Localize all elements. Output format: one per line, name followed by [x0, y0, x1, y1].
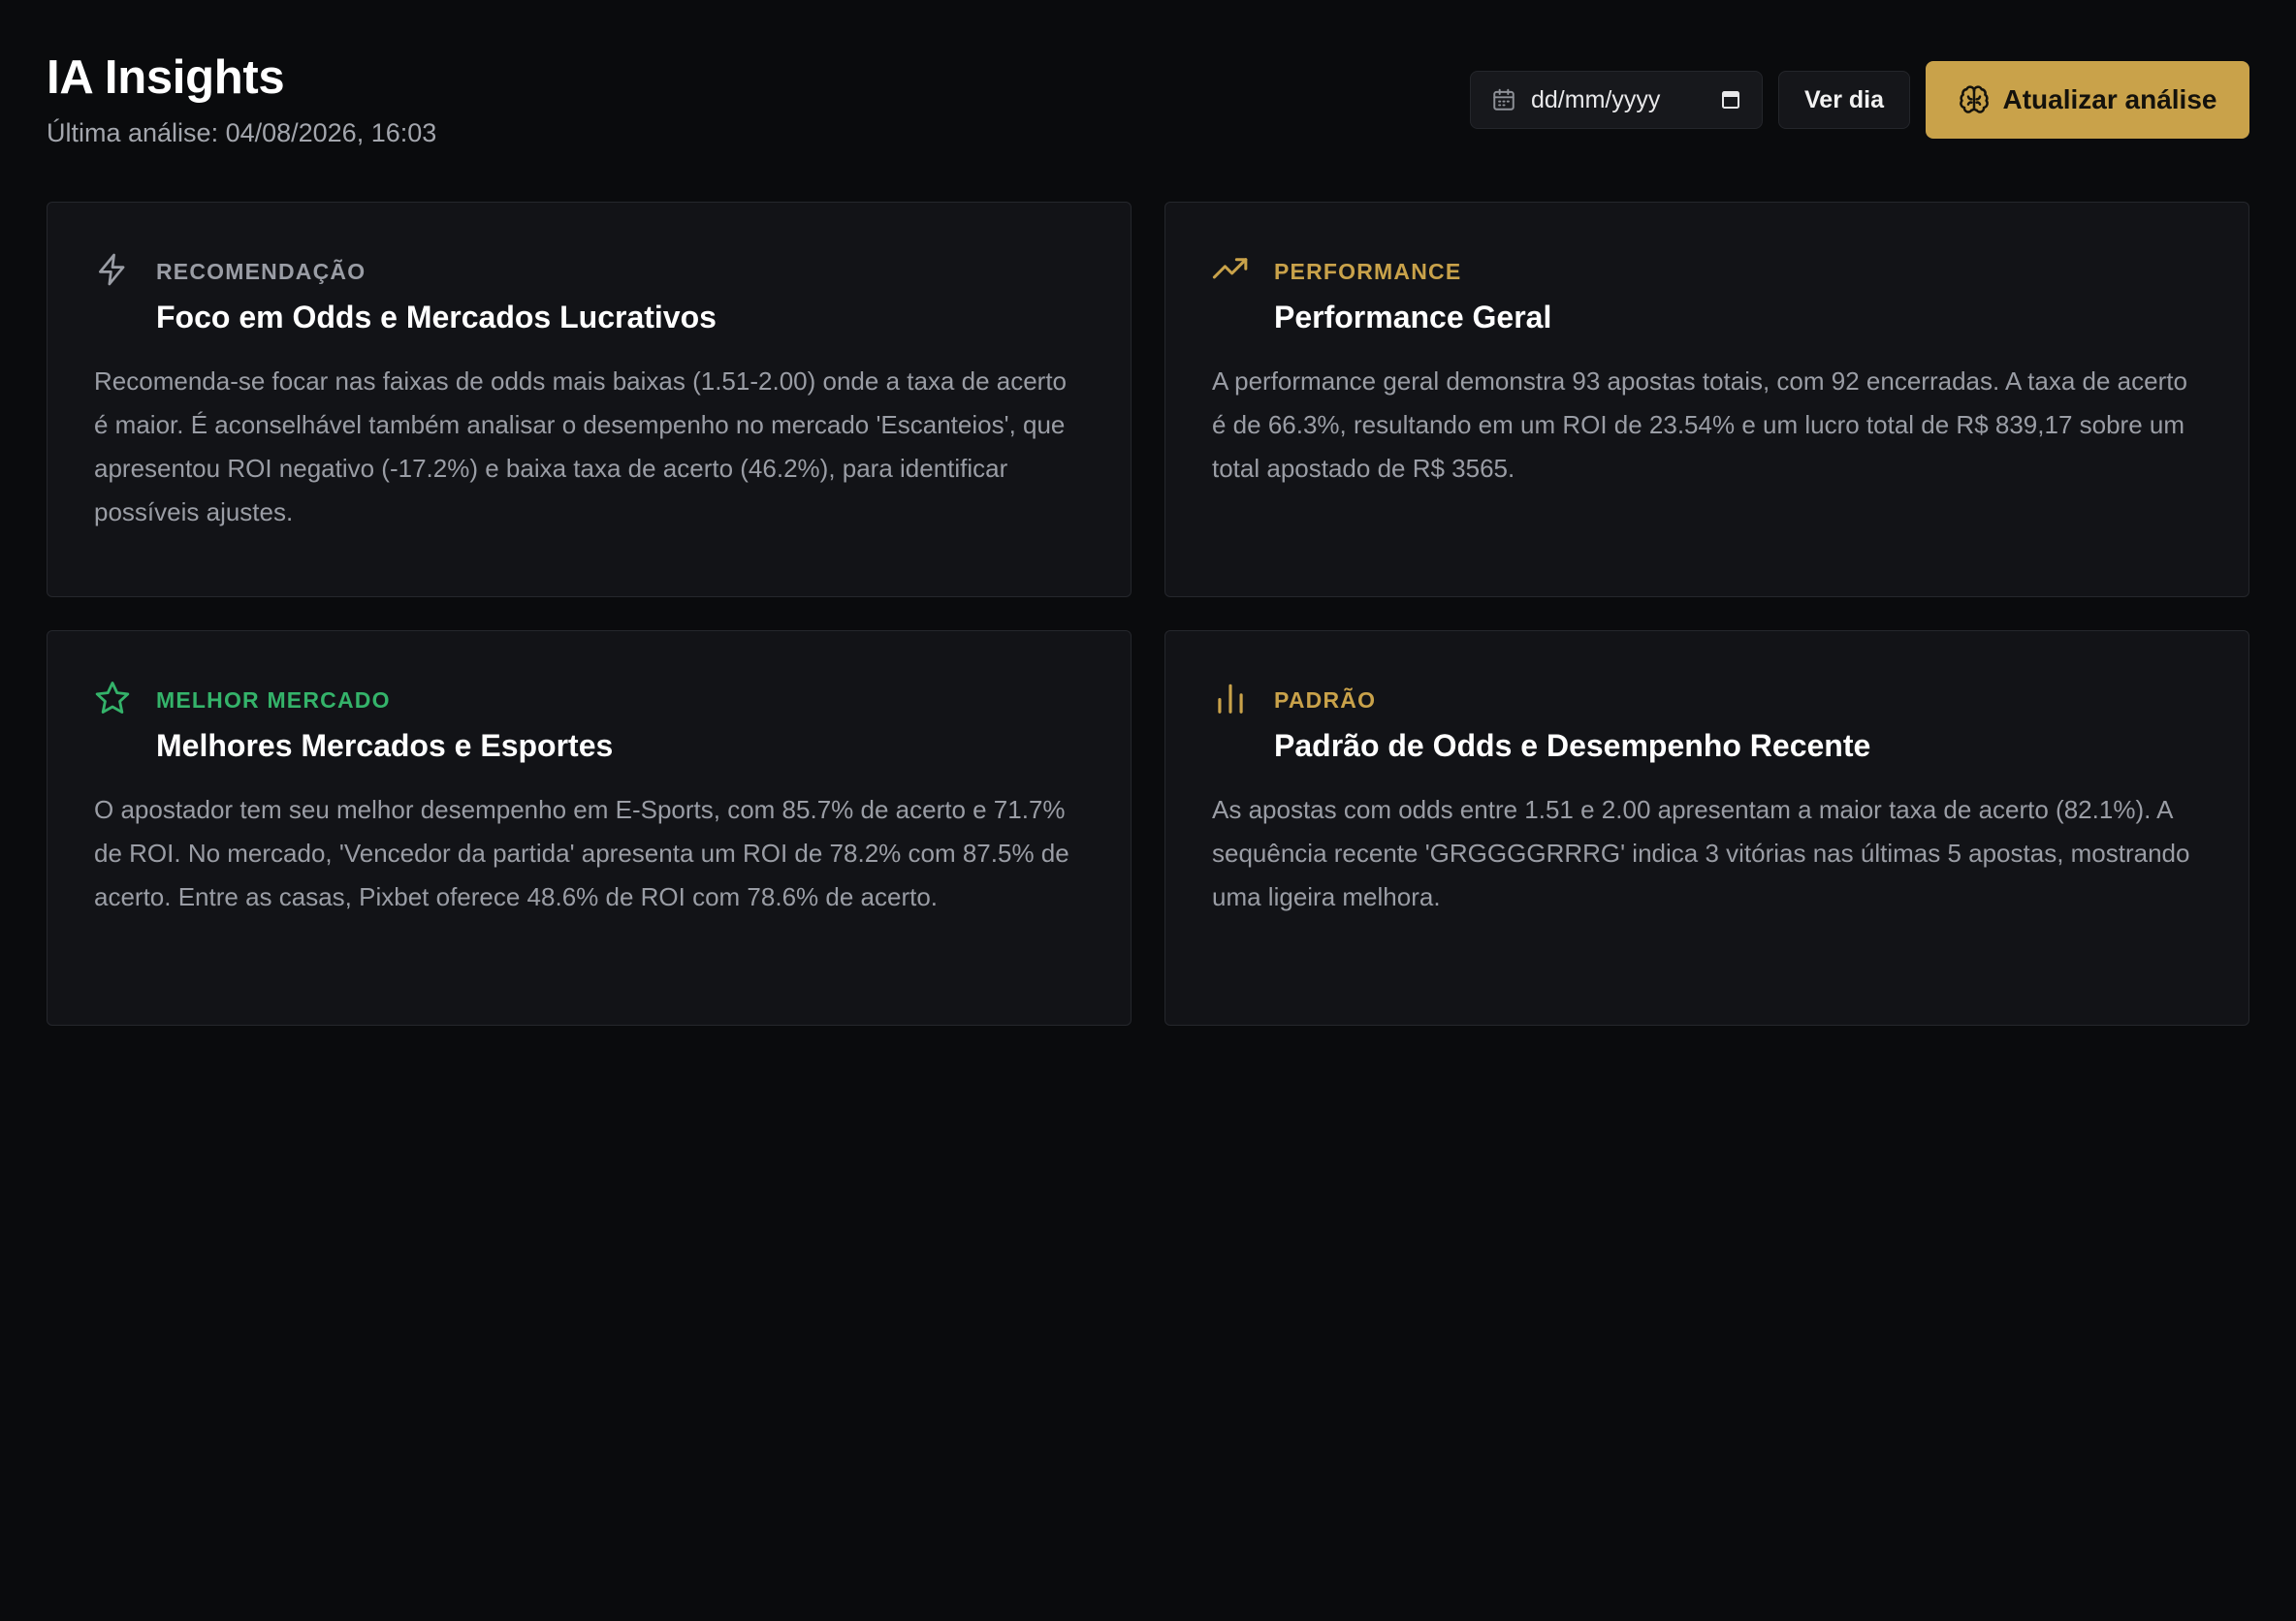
insights-grid: RECOMENDAÇÃO Foco em Odds e Mercados Luc… [47, 202, 2249, 1026]
calendar-icon [1490, 86, 1517, 113]
star-icon [94, 680, 131, 716]
trending-up-icon [1212, 251, 1249, 288]
card-tag: MELHOR MERCADO [156, 687, 391, 713]
date-picker-icon[interactable] [1719, 88, 1742, 111]
insights-page: IA Insights Última análise: 04/08/2026, … [0, 0, 2296, 1621]
insight-card-pattern: PADRÃO Padrão de Odds e Desempenho Recen… [1164, 630, 2249, 1026]
insight-card-recommendation: RECOMENDAÇÃO Foco em Odds e Mercados Luc… [47, 202, 1132, 597]
last-analysis-timestamp: Última análise: 04/08/2026, 16:03 [47, 118, 437, 147]
page-title: IA Insights [47, 51, 285, 104]
update-analysis-button[interactable]: Atualizar análise [1926, 61, 2249, 139]
card-header: MELHOR MERCADO Melhores Mercados e Espor… [94, 682, 1084, 765]
card-title: Foco em Odds e Mercados Lucrativos [156, 300, 717, 334]
update-analysis-label: Atualizar análise [2002, 84, 2217, 114]
insight-card-best-market: MELHOR MERCADO Melhores Mercados e Espor… [47, 630, 1132, 1026]
card-title: Melhores Mercados e Esportes [156, 728, 614, 763]
card-tag: RECOMENDAÇÃO [156, 259, 367, 284]
card-body: O apostador tem seu melhor desempenho em… [94, 795, 1069, 911]
card-header: PERFORMANCE Performance Geral [1212, 253, 2202, 336]
card-body: Recomenda-se focar nas faixas de odds ma… [94, 366, 1068, 526]
card-tag: PERFORMANCE [1274, 259, 1462, 284]
brain-icon [1959, 84, 1990, 115]
bar-chart-icon [1212, 680, 1249, 716]
page-header: IA Insights Última análise: 04/08/2026, … [47, 0, 2249, 202]
date-placeholder: dd/mm/yyyy [1531, 85, 1661, 113]
insight-card-performance: PERFORMANCE Performance Geral A performa… [1164, 202, 2249, 597]
card-tag: PADRÃO [1274, 687, 1377, 713]
date-input[interactable]: dd/mm/yyyy [1470, 71, 1763, 129]
card-body: As apostas com odds entre 1.51 e 2.00 ap… [1212, 795, 2190, 911]
card-body: A performance geral demonstra 93 apostas… [1212, 366, 2187, 483]
ver-dia-button[interactable]: Ver dia [1778, 71, 1910, 129]
header-controls: dd/mm/yyyy Ver dia Atualizar análise [1470, 61, 2249, 139]
card-title: Performance Geral [1274, 300, 1552, 334]
zap-icon [94, 251, 131, 288]
card-header: RECOMENDAÇÃO Foco em Odds e Mercados Luc… [94, 253, 1084, 336]
card-title: Padrão de Odds e Desempenho Recente [1274, 728, 1871, 763]
card-header: PADRÃO Padrão de Odds e Desempenho Recen… [1212, 682, 2202, 765]
